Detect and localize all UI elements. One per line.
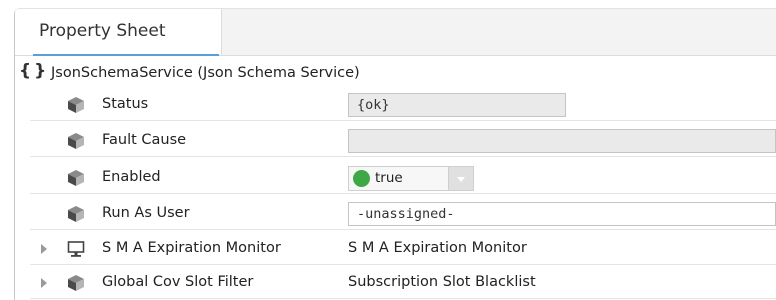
expand-arrow-icon[interactable] — [41, 278, 47, 288]
slot-box-icon — [68, 133, 84, 149]
slot-box-icon — [68, 206, 84, 222]
property-value: Subscription Slot Blacklist — [348, 274, 536, 290]
enabled-dropdown[interactable]: true — [348, 166, 474, 191]
property-row-status[interactable]: Status {ok} — [30, 90, 776, 121]
property-name: S M A Expiration Monitor — [102, 240, 281, 256]
status-value-field: {ok} — [348, 93, 566, 117]
tab-bar: Property Sheet — [15, 9, 776, 56]
property-name: Run As User — [102, 205, 190, 221]
property-row-sma-expiration-monitor[interactable]: S M A Expiration Monitor S M A Expiratio… — [30, 234, 776, 265]
monitor-icon — [67, 241, 85, 257]
property-row-global-cov-slot-filter[interactable]: Global Cov Slot Filter Subscription Slot… — [30, 268, 776, 299]
property-name: Fault Cause — [102, 132, 187, 148]
run-as-user-field[interactable]: -unassigned- — [348, 202, 776, 226]
property-row-fault-cause[interactable]: Fault Cause — [30, 126, 776, 157]
root-component-row[interactable]: {} JsonSchemaService (Json Schema Servic… — [15, 60, 776, 88]
tab-property-sheet[interactable]: Property Sheet — [15, 9, 222, 56]
property-name: Global Cov Slot Filter — [102, 274, 254, 290]
tab-label: Property Sheet — [39, 21, 166, 41]
root-component-label: JsonSchemaService (Json Schema Service) — [51, 65, 360, 81]
property-value: S M A Expiration Monitor — [348, 240, 527, 256]
property-row-run-as-user[interactable]: Run As User -unassigned- — [30, 199, 776, 230]
slot-box-icon — [68, 275, 84, 291]
active-tab-indicator — [33, 54, 219, 56]
enabled-value: true — [375, 170, 403, 186]
chevron-down-icon[interactable] — [448, 167, 473, 190]
property-name: Status — [102, 96, 149, 112]
slot-box-icon — [68, 170, 84, 186]
fault-cause-value-field — [348, 129, 776, 153]
status-ok-icon — [353, 170, 370, 187]
slot-box-icon — [68, 97, 84, 113]
property-row-enabled[interactable]: Enabled true — [30, 163, 776, 194]
expand-arrow-icon[interactable] — [41, 244, 47, 254]
property-name: Enabled — [102, 169, 161, 185]
json-braces-icon: {} — [19, 61, 50, 81]
